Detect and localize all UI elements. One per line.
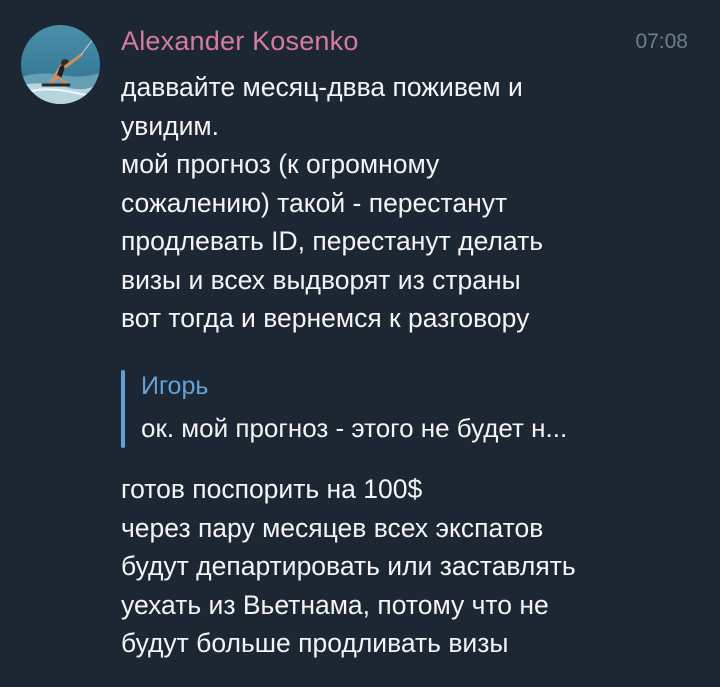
message-line: даввайте месяц-двва поживем и — [121, 72, 523, 102]
message-line: вот тогда и вернемся к разговору — [121, 303, 530, 333]
sender-name[interactable]: Alexander Kosenko — [121, 26, 359, 57]
message-line: продлевать ID, перестанут делать — [121, 226, 544, 256]
message-timestamp: 07:08 — [635, 30, 688, 53]
kitesurfer-photo-icon — [21, 25, 100, 104]
reply-preview-text: ок. мой прогноз - этого не будет н... — [141, 413, 568, 443]
message-line: будут больше продливать визы — [121, 628, 509, 658]
chat-message: Alexander Kosenko 07:08 даввайте месяц-д… — [0, 0, 720, 687]
message-line: будут департировать или заставлять — [121, 551, 576, 581]
message-line: увидим. — [121, 110, 219, 141]
message-line: мой прогноз (к огромному — [121, 149, 440, 179]
message-text-part-2: готов поспорить на 100$ через пару месяц… — [121, 470, 576, 663]
message-line: визы и всех выдворят из страны — [121, 264, 521, 295]
message-line: сожалению) такой - перестанут — [121, 187, 508, 218]
message-line: готов поспорить на 100$ — [121, 474, 423, 504]
reply-author: Игорь — [141, 372, 209, 400]
message-line: уехать из Вьетнама, потому что не — [121, 589, 549, 620]
reply-quote[interactable]: Игорь ок. мой прогноз - этого не будет н… — [121, 370, 661, 448]
reply-accent-bar — [121, 370, 125, 448]
sender-avatar[interactable] — [21, 25, 100, 104]
message-line: через пару месяцев всех экспатов — [121, 512, 544, 543]
message-text-part-1: даввайте месяц-двва поживем и увидим. мо… — [121, 68, 543, 338]
